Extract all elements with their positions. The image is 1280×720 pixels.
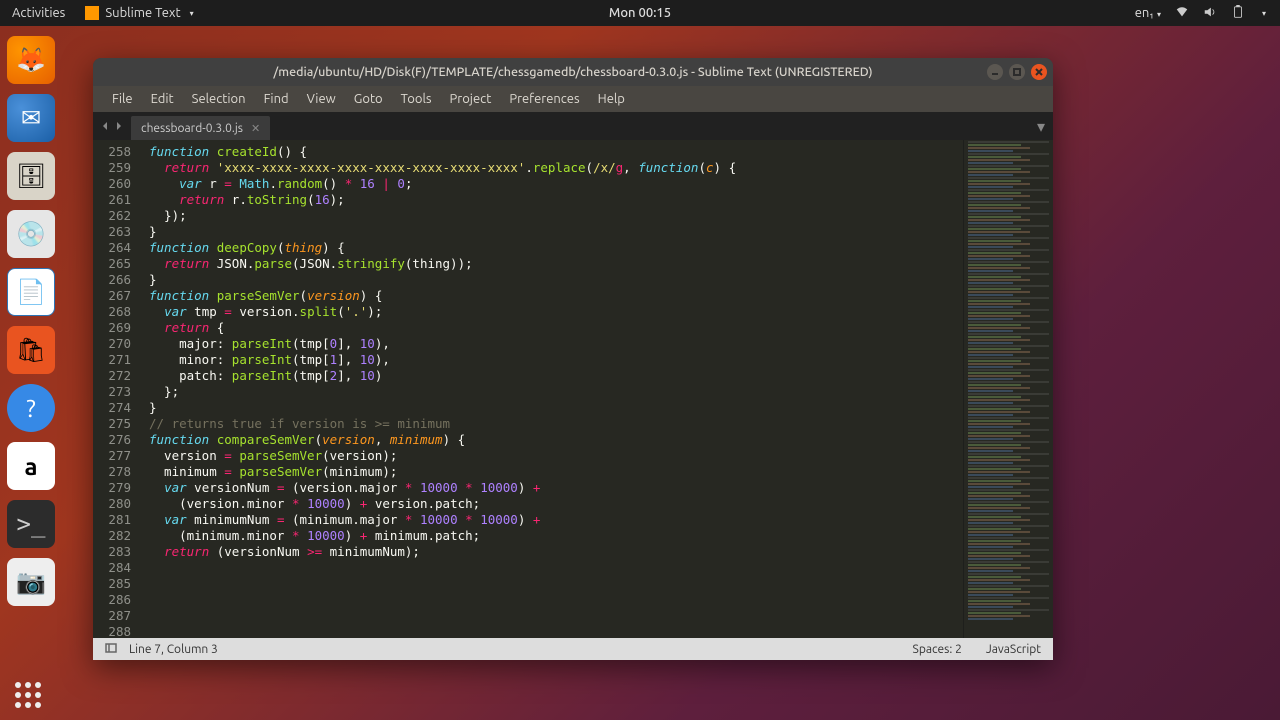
dock-software[interactable]: 🛍 bbox=[7, 326, 55, 374]
tab-nav-right-icon[interactable] bbox=[113, 120, 125, 132]
system-tray: en₁▾ ▾ bbox=[1135, 5, 1280, 22]
volume-icon[interactable] bbox=[1203, 5, 1217, 22]
syntax-setting[interactable]: JavaScript bbox=[986, 643, 1041, 656]
clock[interactable]: Mon 00:15 bbox=[609, 6, 671, 20]
maximize-button[interactable] bbox=[1009, 64, 1025, 80]
code-area[interactable]: function createId() { return 'xxxx-xxxx-… bbox=[141, 140, 963, 638]
close-button[interactable] bbox=[1031, 64, 1047, 80]
dock-help[interactable]: ? bbox=[7, 384, 55, 432]
keyboard-layout-indicator[interactable]: en₁▾ bbox=[1135, 6, 1161, 20]
dock-screenshot[interactable]: 📷 bbox=[7, 558, 55, 606]
menu-edit[interactable]: Edit bbox=[142, 89, 183, 109]
menu-project[interactable]: Project bbox=[441, 89, 501, 109]
dock-firefox[interactable]: 🦊 bbox=[7, 36, 55, 84]
window-controls bbox=[987, 64, 1047, 80]
minimap[interactable] bbox=[963, 140, 1053, 638]
window-titlebar[interactable]: /media/ubuntu/HD/Disk(F)/TEMPLATE/chessg… bbox=[93, 58, 1053, 86]
dock-writer[interactable]: 📄 bbox=[7, 268, 55, 316]
tab-close-icon[interactable]: ✕ bbox=[251, 122, 260, 135]
dock-terminal[interactable]: >_ bbox=[7, 500, 55, 548]
tab-bar: chessboard-0.3.0.js ✕ ▾ bbox=[93, 112, 1053, 140]
indent-setting[interactable]: Spaces: 2 bbox=[913, 643, 962, 656]
minimize-button[interactable] bbox=[987, 64, 1003, 80]
file-tab[interactable]: chessboard-0.3.0.js ✕ bbox=[131, 116, 270, 140]
menu-preferences[interactable]: Preferences bbox=[500, 89, 588, 109]
tab-nav-left-icon[interactable] bbox=[99, 120, 111, 132]
sidebar-toggle-icon[interactable] bbox=[105, 642, 117, 657]
gnome-top-panel: Activities Sublime Text ▾ Mon 00:15 en₁▾… bbox=[0, 0, 1280, 26]
wifi-icon[interactable] bbox=[1175, 5, 1189, 22]
activities-button[interactable]: Activities bbox=[0, 6, 77, 20]
dock-thunderbird[interactable]: ✉ bbox=[7, 94, 55, 142]
menu-selection[interactable]: Selection bbox=[183, 89, 255, 109]
cursor-position[interactable]: Line 7, Column 3 bbox=[129, 643, 218, 656]
dock-disks[interactable]: 💿 bbox=[7, 210, 55, 258]
ubuntu-dock: 🦊 ✉ 🗄 💿 📄 🛍 ? a >_ 📷 bbox=[0, 26, 62, 720]
menu-view[interactable]: View bbox=[298, 89, 345, 109]
app-menu[interactable]: Sublime Text ▾ bbox=[77, 6, 201, 20]
dock-files[interactable]: 🗄 bbox=[7, 152, 55, 200]
dock-amazon[interactable]: a bbox=[7, 442, 55, 490]
menu-find[interactable]: Find bbox=[255, 89, 298, 109]
menu-help[interactable]: Help bbox=[589, 89, 634, 109]
menu-goto[interactable]: Goto bbox=[345, 89, 392, 109]
line-number-gutter: 2582592602612622632642652662672682692702… bbox=[93, 140, 141, 638]
sublime-text-icon bbox=[85, 6, 99, 20]
menu-tools[interactable]: Tools bbox=[392, 89, 441, 109]
battery-icon[interactable] bbox=[1231, 5, 1245, 22]
tab-overflow-icon[interactable]: ▾ bbox=[1037, 117, 1045, 136]
window-title: /media/ubuntu/HD/Disk(F)/TEMPLATE/chessg… bbox=[93, 65, 1053, 79]
menubar: FileEditSelectionFindViewGotoToolsProjec… bbox=[93, 86, 1053, 112]
tab-label: chessboard-0.3.0.js bbox=[141, 122, 243, 135]
system-menu-arrow[interactable]: ▾ bbox=[1262, 9, 1266, 18]
editor-area: 2582592602612622632642652662672682692702… bbox=[93, 140, 1053, 638]
menu-file[interactable]: File bbox=[103, 89, 142, 109]
show-applications-button[interactable] bbox=[15, 682, 41, 708]
chevron-down-icon: ▾ bbox=[190, 9, 194, 18]
app-menu-label: Sublime Text bbox=[105, 6, 180, 20]
status-bar: Line 7, Column 3 Spaces: 2 JavaScript bbox=[93, 638, 1053, 660]
sublime-text-window: /media/ubuntu/HD/Disk(F)/TEMPLATE/chessg… bbox=[93, 58, 1053, 660]
